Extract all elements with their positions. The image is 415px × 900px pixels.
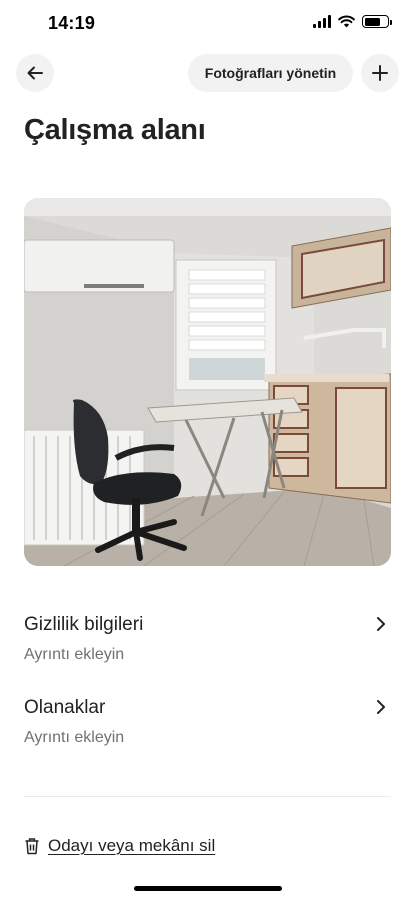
chevron-right-icon — [377, 700, 385, 714]
delete-room-button[interactable]: Odayı veya mekânı sil — [24, 836, 215, 856]
manage-photos-button[interactable]: Fotoğrafları yönetin — [188, 54, 353, 92]
plus-icon — [372, 65, 388, 81]
status-icons — [313, 15, 392, 28]
screen: 14:19 Fotoğrafları yönetin Çalışma alanı — [0, 0, 415, 900]
back-button[interactable] — [16, 54, 54, 92]
wifi-icon — [338, 15, 355, 28]
battery-icon — [362, 15, 392, 28]
trash-icon — [25, 838, 39, 855]
amenities-title: Olanaklar — [24, 697, 106, 718]
arrow-left-icon — [27, 66, 43, 80]
delete-room-label: Odayı veya mekânı sil — [48, 836, 216, 855]
room-illustration — [24, 198, 391, 566]
privacy-info-subtitle: Ayrıntı ekleyin — [24, 646, 125, 663]
privacy-info-title: Gizlilik bilgileri — [24, 614, 144, 635]
status-time: 14:19 — [48, 13, 96, 33]
page-title: Çalışma alanı — [24, 114, 206, 146]
add-button[interactable] — [361, 54, 399, 92]
amenities-subtitle: Ayrıntı ekleyin — [24, 729, 125, 746]
status-bar: 14:19 — [0, 0, 415, 48]
home-indicator[interactable] — [134, 886, 282, 891]
chevron-right-icon — [377, 617, 385, 631]
cellular-signal-icon — [313, 15, 331, 28]
divider — [24, 796, 391, 797]
amenities-row[interactable]: Olanaklar Ayrıntı ekleyin — [24, 697, 391, 767]
room-photo[interactable] — [24, 198, 391, 566]
battery-level — [364, 17, 381, 26]
privacy-info-row[interactable]: Gizlilik bilgileri Ayrıntı ekleyin — [24, 614, 391, 684]
